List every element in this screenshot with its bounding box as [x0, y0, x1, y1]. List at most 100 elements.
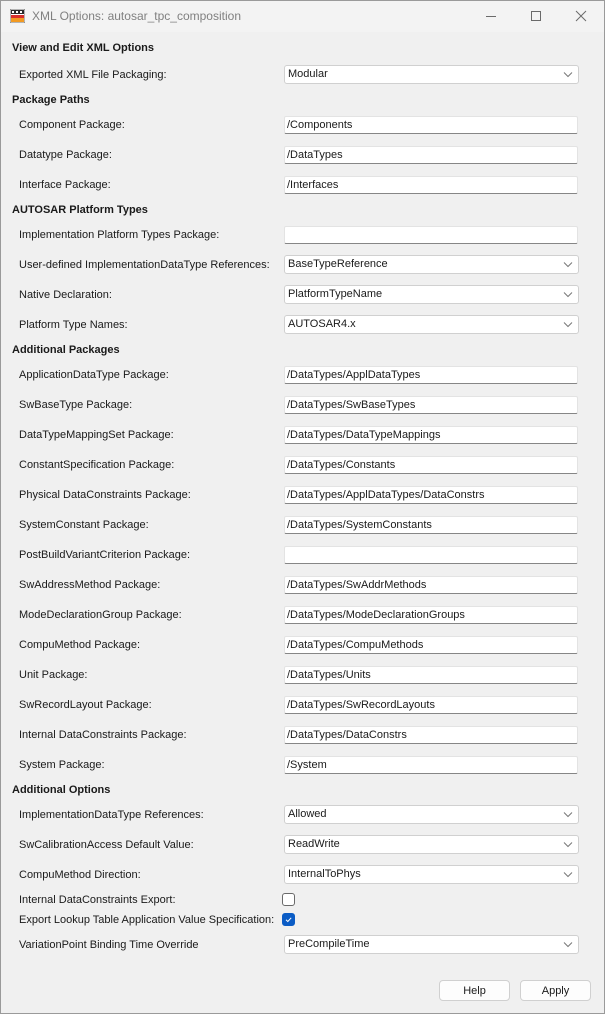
section-platform-types: AUTOSAR Platform Types	[12, 204, 148, 216]
title-bar: XML Options: autosar_tpc_composition	[1, 1, 604, 32]
system-package-field[interactable]	[284, 756, 578, 774]
section-additional-packages: Additional Packages	[12, 344, 120, 356]
physical-dataconstraints-package-input[interactable]	[285, 487, 577, 503]
variationpoint-binding-time-label: VariationPoint Binding Time Override	[19, 939, 199, 951]
chevron-down-icon	[563, 812, 573, 818]
modedeclarationgroup-package-input[interactable]	[285, 607, 577, 623]
postbuildvariantcriterion-package-field[interactable]	[284, 546, 578, 564]
datatypemappingset-package-field[interactable]	[284, 426, 578, 444]
variationpoint-binding-time-value: PreCompileTime	[288, 938, 370, 950]
constantspecification-package-label: ConstantSpecification Package:	[19, 459, 175, 471]
internal-dataconstraints-export-checkbox[interactable]	[282, 893, 295, 906]
compumethod-package-field[interactable]	[284, 636, 578, 654]
native-declaration-value: PlatformTypeName	[288, 288, 383, 300]
postbuildvariantcriterion-package-label: PostBuildVariantCriterion Package:	[19, 549, 190, 561]
impl-platform-types-package-label: Implementation Platform Types Package:	[19, 229, 220, 241]
native-declaration-select[interactable]: PlatformTypeName	[284, 285, 579, 304]
section-view-edit: View and Edit XML Options	[12, 42, 154, 54]
maximize-icon	[531, 11, 541, 21]
exported-packaging-value: Modular	[288, 68, 328, 80]
modedeclarationgroup-package-field[interactable]	[284, 606, 578, 624]
compumethod-direction-value: InternalToPhys	[288, 868, 361, 880]
user-defined-impl-refs-select[interactable]: BaseTypeReference	[284, 255, 579, 274]
swbasetype-package-label: SwBaseType Package:	[19, 399, 133, 411]
native-declaration-label: Native Declaration:	[19, 289, 112, 301]
application-datatype-package-field[interactable]	[284, 366, 578, 384]
systemconstant-package-field[interactable]	[284, 516, 578, 534]
chevron-down-icon	[563, 942, 573, 948]
swcalibrationaccess-default-label: SwCalibrationAccess Default Value:	[19, 839, 194, 851]
datatype-package-field[interactable]	[284, 146, 578, 164]
application-datatype-package-input[interactable]	[285, 367, 577, 383]
interface-package-field[interactable]	[284, 176, 578, 194]
component-package-field[interactable]	[284, 116, 578, 134]
chevron-down-icon	[563, 842, 573, 848]
xml-options-dialog: XML Options: autosar_tpc_composition Vie…	[0, 0, 605, 1014]
interface-package-label: Interface Package:	[19, 179, 111, 191]
datatypemappingset-package-input[interactable]	[285, 427, 577, 443]
close-button[interactable]	[563, 5, 599, 27]
systemconstant-package-input[interactable]	[285, 517, 577, 533]
system-package-input[interactable]	[285, 757, 577, 773]
physical-dataconstraints-package-label: Physical DataConstraints Package:	[19, 489, 191, 501]
swcalibrationaccess-default-value: ReadWrite	[288, 838, 340, 850]
checkmark-icon	[285, 917, 292, 923]
unit-package-label: Unit Package:	[19, 669, 88, 681]
exported-packaging-select[interactable]: Modular	[284, 65, 579, 84]
system-package-label: System Package:	[19, 759, 105, 771]
variationpoint-binding-time-select[interactable]: PreCompileTime	[284, 935, 579, 954]
swrecordlayout-package-input[interactable]	[285, 697, 577, 713]
close-icon	[575, 10, 587, 22]
swaddressmethod-package-field[interactable]	[284, 576, 578, 594]
impl-platform-types-package-field[interactable]	[284, 226, 578, 244]
component-package-input[interactable]	[285, 117, 577, 133]
interface-package-input[interactable]	[285, 177, 577, 193]
swbasetype-package-input[interactable]	[285, 397, 577, 413]
internal-dataconstraints-package-label: Internal DataConstraints Package:	[19, 729, 187, 741]
internal-dataconstraints-export-label: Internal DataConstraints Export:	[19, 894, 176, 906]
platform-type-names-select[interactable]: AUTOSAR4.x	[284, 315, 579, 334]
app-icon	[10, 9, 25, 23]
unit-package-field[interactable]	[284, 666, 578, 684]
platform-type-names-label: Platform Type Names:	[19, 319, 128, 331]
chevron-down-icon	[563, 322, 573, 328]
compumethod-direction-label: CompuMethod Direction:	[19, 869, 141, 881]
platform-type-names-value: AUTOSAR4.x	[288, 318, 356, 330]
swrecordlayout-package-label: SwRecordLayout Package:	[19, 699, 152, 711]
chevron-down-icon	[563, 872, 573, 878]
chevron-down-icon	[563, 292, 573, 298]
impl-platform-types-package-input[interactable]	[285, 227, 577, 243]
section-package-paths: Package Paths	[12, 94, 90, 106]
datatype-package-label: Datatype Package:	[19, 149, 112, 161]
minimize-button[interactable]	[473, 5, 509, 27]
maximize-button[interactable]	[518, 5, 554, 27]
unit-package-input[interactable]	[285, 667, 577, 683]
swbasetype-package-field[interactable]	[284, 396, 578, 414]
impl-datatype-references-select[interactable]: Allowed	[284, 805, 579, 824]
help-button[interactable]: Help	[439, 980, 510, 1001]
exported-packaging-label: Exported XML File Packaging:	[19, 69, 167, 81]
component-package-label: Component Package:	[19, 119, 125, 131]
compumethod-direction-select[interactable]: InternalToPhys	[284, 865, 579, 884]
impl-datatype-references-value: Allowed	[288, 808, 327, 820]
swrecordlayout-package-field[interactable]	[284, 696, 578, 714]
internal-dataconstraints-package-input[interactable]	[285, 727, 577, 743]
datatype-package-input[interactable]	[285, 147, 577, 163]
compumethod-package-input[interactable]	[285, 637, 577, 653]
minimize-icon	[486, 16, 496, 17]
export-lookup-table-checkbox[interactable]	[282, 913, 295, 926]
application-datatype-package-label: ApplicationDataType Package:	[19, 369, 169, 381]
user-defined-impl-refs-value: BaseTypeReference	[288, 258, 388, 270]
physical-dataconstraints-package-field[interactable]	[284, 486, 578, 504]
compumethod-package-label: CompuMethod Package:	[19, 639, 141, 651]
postbuildvariantcriterion-package-input[interactable]	[285, 547, 577, 563]
apply-button[interactable]: Apply	[520, 980, 591, 1001]
swaddressmethod-package-input[interactable]	[285, 577, 577, 593]
internal-dataconstraints-package-field[interactable]	[284, 726, 578, 744]
modedeclarationgroup-package-label: ModeDeclarationGroup Package:	[19, 609, 182, 621]
swcalibrationaccess-default-select[interactable]: ReadWrite	[284, 835, 579, 854]
datatypemappingset-package-label: DataTypeMappingSet Package:	[19, 429, 174, 441]
constantspecification-package-field[interactable]	[284, 456, 578, 474]
constantspecification-package-input[interactable]	[285, 457, 577, 473]
section-additional-options: Additional Options	[12, 784, 111, 796]
